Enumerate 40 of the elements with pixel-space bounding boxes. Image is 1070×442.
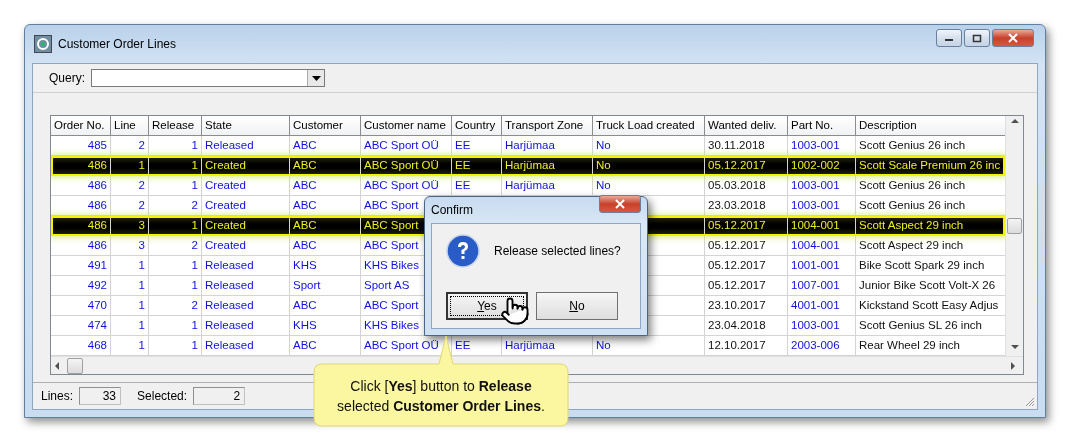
close-button[interactable] (599, 195, 641, 213)
column-header[interactable]: Wanted deliv. (705, 116, 788, 136)
column-header[interactable]: Order No. (51, 116, 111, 136)
close-icon (1007, 33, 1019, 43)
minimize-button[interactable] (936, 29, 962, 47)
status-field: 2 (193, 387, 246, 405)
dialog-message: Release selected lines? (494, 244, 621, 258)
query-dropdown[interactable] (91, 69, 325, 87)
column-header[interactable]: Customer (290, 116, 361, 136)
app-icon (34, 35, 52, 53)
column-header[interactable]: Country (452, 116, 502, 136)
dialog-button[interactable]: No (536, 292, 618, 320)
table-row[interactable]: 486 2 1 Created ABC ABC Sport OÜ EE Harjümaa No 05.03.2018 1003-001 Scott Genius 26 inch (51, 176, 1005, 196)
column-header[interactable]: Truck Load created (593, 116, 705, 136)
column-header[interactable]: Release (149, 116, 202, 136)
vertical-scrollbar[interactable] (1005, 116, 1023, 356)
scrollbar-thumb[interactable] (67, 357, 83, 374)
maximize-button[interactable] (964, 29, 990, 47)
scrollbar-thumb[interactable] (1007, 218, 1022, 234)
close-button[interactable] (992, 29, 1034, 47)
maximize-icon (972, 33, 982, 43)
window-title: Customer Order Lines (58, 37, 178, 51)
resize-grip-icon[interactable] (1025, 397, 1035, 407)
query-label: Query: (49, 71, 85, 85)
column-header[interactable]: Line (111, 116, 149, 136)
dropdown-caret-icon (311, 75, 321, 81)
status-field: 33 (79, 387, 122, 405)
status-label: Selected: (137, 389, 188, 403)
table-row[interactable]: 468 1 1 Released ABC ABC Sport OÜ EE Harjümaa No 12.10.2017 2003-006 Rear Wheel 29 inch (51, 336, 1005, 356)
column-header[interactable]: State (202, 116, 290, 136)
table-row[interactable]: 485 2 1 Released ABC ABC Sport OÜ EE Harjümaa No 30.11.2018 1003-001 Scott Genius 26 inch (51, 136, 1005, 156)
status-label: Lines: (41, 389, 74, 403)
hand-cursor-icon (500, 296, 530, 326)
column-header[interactable]: Customer name (361, 116, 452, 136)
selected-row[interactable]: 486 1 1 Created ABC ABC Sport OÜ EE Harjümaa No 05.12.2017 1002-002 Scott Scale Premium 26 inc (51, 156, 1005, 176)
column-header[interactable]: Part No. (788, 116, 856, 136)
callout-text: Click [Yes] button to Release selected Customer Order Lines. (336, 377, 546, 416)
question-icon (446, 234, 480, 268)
close-icon (614, 199, 626, 209)
column-header[interactable]: Transport Zone (502, 116, 593, 136)
